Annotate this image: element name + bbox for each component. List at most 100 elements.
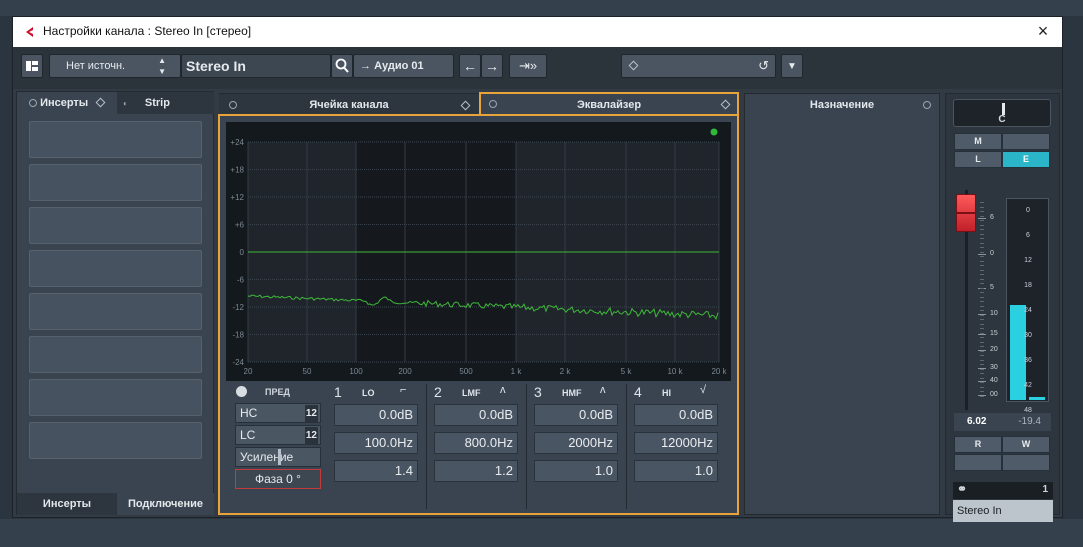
pan-control[interactable]: C [953, 99, 1051, 127]
fader-minor-tick [980, 256, 984, 257]
write-label: W [1021, 439, 1031, 449]
edit-instrument-button[interactable]: ⇥» [509, 54, 547, 78]
fader-minor-tick [980, 382, 984, 383]
fader-minor-tick [980, 260, 984, 262]
band-q-field[interactable]: 1.4 [334, 460, 418, 482]
tab-strip[interactable]: ◐ Strip [117, 92, 214, 114]
band-freq-field[interactable]: 100.0Hz [334, 432, 418, 454]
band-number: 2 [434, 384, 442, 400]
insert-slot[interactable] [29, 121, 202, 158]
automation-empty-2[interactable] [1002, 454, 1050, 471]
fader-scale-tick: 30 [990, 364, 998, 371]
insert-slot[interactable] [29, 293, 202, 330]
tab-bottom-connect[interactable]: Подключение [117, 493, 214, 515]
tab-equalizer[interactable]: Эквалайзер [479, 92, 739, 114]
link-row: ⚭ 1 [953, 482, 1053, 499]
tab-inserts[interactable]: Инсерты [17, 92, 117, 114]
output-route-button[interactable]: → Аудио 01 [353, 54, 454, 78]
eq-y-tick: +24 [230, 138, 244, 147]
band-q-field[interactable]: 1.2 [434, 460, 518, 482]
read-button[interactable]: R [954, 436, 1002, 453]
bottom-inserts-label: Инсерты [42, 498, 92, 510]
insert-slot[interactable] [29, 336, 202, 373]
background-project-bottom [0, 519, 1083, 547]
band-gain-field[interactable]: 0.0dB [634, 404, 718, 426]
fader-minor-tick [980, 274, 984, 275]
band-number: 4 [634, 384, 642, 400]
eq-graph[interactable]: 20 50 100 200 500 1 k 2 k 5 k 10 k 20 k +24 +18 +12 +… [226, 122, 731, 381]
insert-slot[interactable] [29, 422, 202, 459]
fader-minor-tick [980, 377, 984, 379]
fader-scale-line [978, 218, 986, 219]
band-q-field[interactable]: 1.0 [634, 460, 718, 482]
layout-icon [26, 61, 38, 71]
source-stepper-icon: ▲ ▼ [158, 56, 166, 76]
phase-button[interactable]: Фаза 0 ° [235, 469, 321, 489]
band-freq-field[interactable]: 12000Hz [634, 432, 718, 454]
layout-toggle-button[interactable] [21, 54, 43, 78]
band-gain-field[interactable]: 0.0dB [334, 404, 418, 426]
band-type-icon[interactable]: ʌ [500, 384, 506, 396]
toolbar: Нет источн. ▲ ▼ Stereo In → Аудио 01 ← → ⇥… [13, 47, 1062, 89]
band-freq-field[interactable]: 2000Hz [534, 432, 618, 454]
reset-icon: ↺ [758, 58, 769, 73]
fader-minor-tick [980, 301, 984, 302]
next-channel-button[interactable]: → [481, 54, 503, 78]
band-separator [626, 384, 627, 509]
mute-button[interactable]: M [954, 133, 1002, 150]
insert-slot[interactable] [29, 379, 202, 416]
gain-slider[interactable]: Усиление [235, 447, 321, 467]
fader-minor-tick [980, 233, 984, 235]
band-q-field[interactable]: 1.0 [534, 460, 618, 482]
arrow-right-icon: → [485, 58, 499, 74]
band-freq-field[interactable]: 800.0Hz [434, 432, 518, 454]
pre-power-icon[interactable] [236, 386, 247, 397]
lc-button[interactable]: LC 12 [235, 425, 321, 445]
hc-button[interactable]: HC 12 [235, 403, 321, 423]
cell-power-icon [229, 101, 237, 109]
input-source-select[interactable]: Нет источн. ▲ ▼ [49, 54, 181, 78]
fader-scale-tick: 10 [990, 310, 998, 317]
preset-field[interactable]: ↺ [621, 54, 776, 78]
channel-name-field[interactable]: Stereo In [181, 54, 331, 78]
band-gain-field[interactable]: 0.0dB [534, 404, 618, 426]
strip-toggle-icon: ◐ [123, 99, 128, 108]
solo-button[interactable] [1002, 133, 1050, 150]
fader-minor-tick [980, 314, 984, 316]
fader-minor-tick [980, 287, 984, 289]
fader-minor-tick [980, 341, 984, 343]
fader-minor-tick [980, 206, 984, 208]
band-type-icon[interactable]: ⌐ [400, 384, 406, 396]
fader-scale-line [978, 254, 986, 255]
read-label: R [974, 439, 982, 449]
insert-slot[interactable] [29, 250, 202, 287]
fader-handle[interactable] [956, 194, 976, 232]
prev-channel-button[interactable]: ← [459, 54, 481, 78]
tab-equalizer-label: Эквалайзер [576, 99, 642, 111]
tab-channel-cell-label: Ячейка канала [309, 99, 389, 111]
listen-button[interactable]: L [954, 151, 1002, 168]
fader-minor-tick [980, 269, 984, 271]
search-button[interactable] [331, 54, 353, 78]
fader-minor-tick [980, 292, 984, 293]
write-button[interactable]: W [1002, 436, 1050, 453]
tab-channel-cell[interactable]: Ячейка канала [219, 93, 479, 115]
insert-slot[interactable] [29, 164, 202, 201]
band-gain-field[interactable]: 0.0dB [434, 404, 518, 426]
tab-bottom-inserts[interactable]: Инсерты [17, 493, 117, 515]
eq-x-tick: 1 k [511, 367, 523, 376]
insert-slot[interactable] [29, 207, 202, 244]
search-icon [335, 58, 349, 73]
fader-minor-tick [980, 328, 984, 329]
channel-name-label[interactable]: Stereo In [953, 500, 1053, 522]
band-separator [526, 384, 527, 509]
tab-routing[interactable]: Назначение [745, 94, 939, 116]
automation-empty-1[interactable] [954, 454, 1002, 471]
band-type-icon[interactable]: √ [700, 384, 706, 396]
preset-menu-button[interactable]: ▼ [781, 54, 803, 78]
edit-button[interactable]: E [1002, 151, 1050, 168]
link-icon[interactable]: ⚭ [957, 482, 967, 496]
close-icon[interactable]: × [1032, 21, 1054, 42]
band-type-icon[interactable]: ʌ [600, 384, 606, 396]
meter-scale-tick: 36 [1024, 357, 1032, 364]
